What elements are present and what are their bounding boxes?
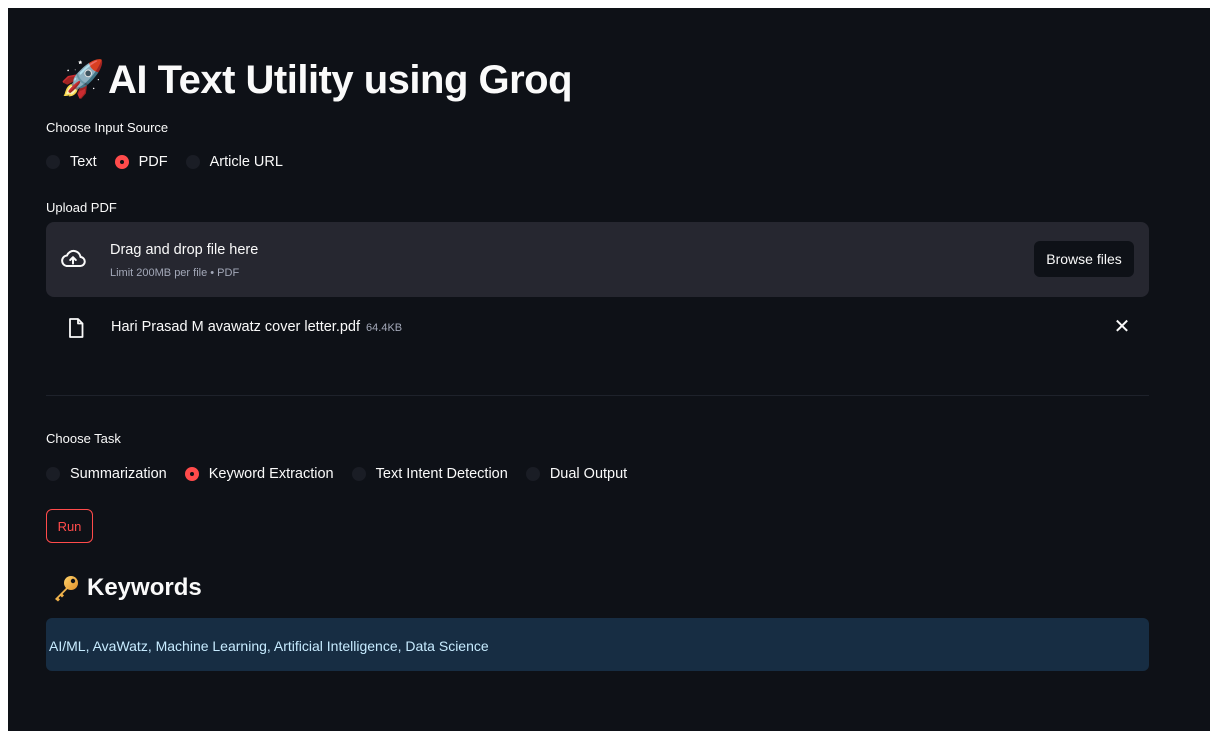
radio-circle-selected xyxy=(184,467,199,481)
dropzone-limit: Limit 200MB per file • PDF xyxy=(110,267,240,279)
divider xyxy=(46,395,1149,396)
input-source-radio-group: Text PDF Article URL xyxy=(46,154,301,170)
rocket-icon: 🚀 xyxy=(60,59,105,100)
app-container: 🚀 AI Text Utility using Groq Choose Inpu… xyxy=(8,8,1210,731)
key-icon xyxy=(55,576,78,602)
keywords-result-text: AI/ML, AvaWatz, Machine Learning, Artifi… xyxy=(49,638,489,654)
radio-option-label: PDF xyxy=(138,154,168,170)
run-button[interactable]: Run xyxy=(46,509,93,543)
remove-file-close-icon[interactable]: ✕ xyxy=(1111,316,1133,338)
page-title-text: AI Text Utility using Groq xyxy=(108,58,573,102)
keywords-result-box: AI/ML, AvaWatz, Machine Learning, Artifi… xyxy=(46,618,1149,671)
page-title: 🚀 AI Text Utility using Groq xyxy=(60,52,573,108)
radio-option-label: Article URL xyxy=(209,154,283,170)
radio-option-text-intent-detection[interactable]: Text Intent Detection xyxy=(351,466,508,482)
radio-option-article-url[interactable]: Article URL xyxy=(185,154,283,170)
input-source-label: Choose Input Source xyxy=(46,120,169,135)
radio-circle xyxy=(351,467,366,481)
upload-label: Upload PDF xyxy=(46,200,117,215)
radio-circle-selected xyxy=(114,155,129,169)
keywords-heading-text: Keywords xyxy=(87,574,202,601)
file-size: 64.4KB xyxy=(366,322,403,334)
task-radio-group: Summarization Keyword Extraction Text In… xyxy=(46,466,645,482)
file-name: Hari Prasad M avawatz cover letter.pdf xyxy=(111,319,361,335)
task-label: Choose Task xyxy=(46,431,121,446)
radio-circle xyxy=(185,155,200,169)
radio-option-label: Dual Output xyxy=(549,466,628,482)
radio-circle xyxy=(525,467,540,481)
browse-files-button[interactable]: Browse files xyxy=(1034,241,1134,277)
file-name-line: Hari Prasad M avawatz cover letter.pdf 64… xyxy=(111,319,402,335)
keywords-heading: Keywords xyxy=(51,570,202,606)
radio-option-dual-output[interactable]: Dual Output xyxy=(525,466,628,482)
file-dropzone[interactable]: Drag and drop file here Limit 200MB per … xyxy=(46,222,1149,297)
dropzone-instructions: Drag and drop file here xyxy=(110,242,259,258)
file-icon xyxy=(69,318,84,338)
radio-circle xyxy=(46,155,60,169)
radio-option-keyword-extraction[interactable]: Keyword Extraction xyxy=(184,466,334,482)
radio-option-label: Text xyxy=(70,154,97,170)
uploaded-file: Hari Prasad M avawatz cover letter.pdf 64… xyxy=(46,310,1149,346)
radio-option-label: Keyword Extraction xyxy=(208,466,334,482)
cloud-upload-icon xyxy=(61,249,86,267)
radio-option-text[interactable]: Text xyxy=(46,154,97,170)
radio-option-pdf[interactable]: PDF xyxy=(114,154,168,170)
radio-option-label: Summarization xyxy=(70,466,167,482)
radio-circle xyxy=(46,467,60,481)
radio-option-label: Text Intent Detection xyxy=(375,466,508,482)
radio-option-summarization[interactable]: Summarization xyxy=(46,466,167,482)
